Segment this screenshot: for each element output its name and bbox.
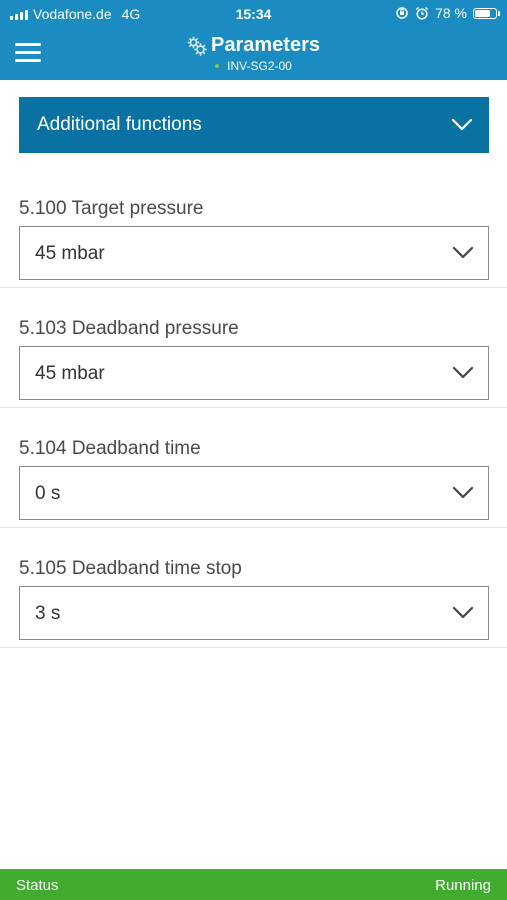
battery-percentage: 78 % [435, 5, 467, 21]
device-id: INV-SG2-00 [227, 59, 292, 73]
gears-icon [187, 36, 207, 56]
battery-fill [475, 9, 491, 17]
deadband-pressure-select[interactable]: 45 mbar [19, 346, 489, 400]
page-title-wrap: Parameters [0, 34, 507, 57]
selected-value: 45 mbar [35, 363, 105, 384]
target-pressure-select[interactable]: 45 mbar [19, 226, 489, 280]
parameter-label: 5.105 Deadband time stop [19, 558, 242, 579]
device-subtitle: INV-SG2-00 [0, 59, 507, 73]
chevron-down-icon [452, 486, 474, 499]
connection-status-dot [215, 64, 220, 68]
device-status-bar[interactable]: Status Running [0, 869, 507, 900]
selected-value: 0 s [35, 483, 61, 504]
parameter-row-deadband-pressure: 5.103 Deadband pressure 45 mbar [0, 288, 507, 408]
ios-status-bar: Vodafone.de 4G 15:34 78 % [0, 0, 507, 28]
chevron-down-icon [452, 606, 474, 619]
status-value: Running [435, 877, 491, 894]
parameter-row-deadband-time-stop: 5.105 Deadband time stop 3 s [0, 528, 507, 648]
page-title: Parameters [211, 34, 320, 56]
selected-value: 3 s [35, 603, 61, 624]
app-header: Parameters INV-SG2-00 [0, 28, 507, 80]
parameter-row-target-pressure: 5.100 Target pressure 45 mbar [0, 168, 507, 288]
parameter-label: 5.103 Deadband pressure [19, 318, 239, 339]
status-label: Status [16, 877, 59, 894]
chevron-down-icon [451, 118, 473, 131]
section-title: Additional functions [37, 114, 202, 135]
deadband-time-select[interactable]: 0 s [19, 466, 489, 520]
status-right: 78 % [395, 5, 500, 21]
alarm-icon [416, 6, 429, 20]
parameter-label: 5.104 Deadband time [19, 438, 201, 459]
additional-functions-dropdown[interactable]: Additional functions [19, 97, 489, 153]
chevron-down-icon [452, 246, 474, 259]
parameter-row-deadband-time: 5.104 Deadband time 0 s [0, 408, 507, 528]
chevron-down-icon [452, 366, 474, 379]
battery-icon [473, 7, 500, 19]
parameter-label: 5.100 Target pressure [19, 198, 204, 219]
selected-value: 45 mbar [35, 243, 105, 264]
orientation-lock-icon [396, 7, 408, 19]
deadband-time-stop-select[interactable]: 3 s [19, 586, 489, 640]
